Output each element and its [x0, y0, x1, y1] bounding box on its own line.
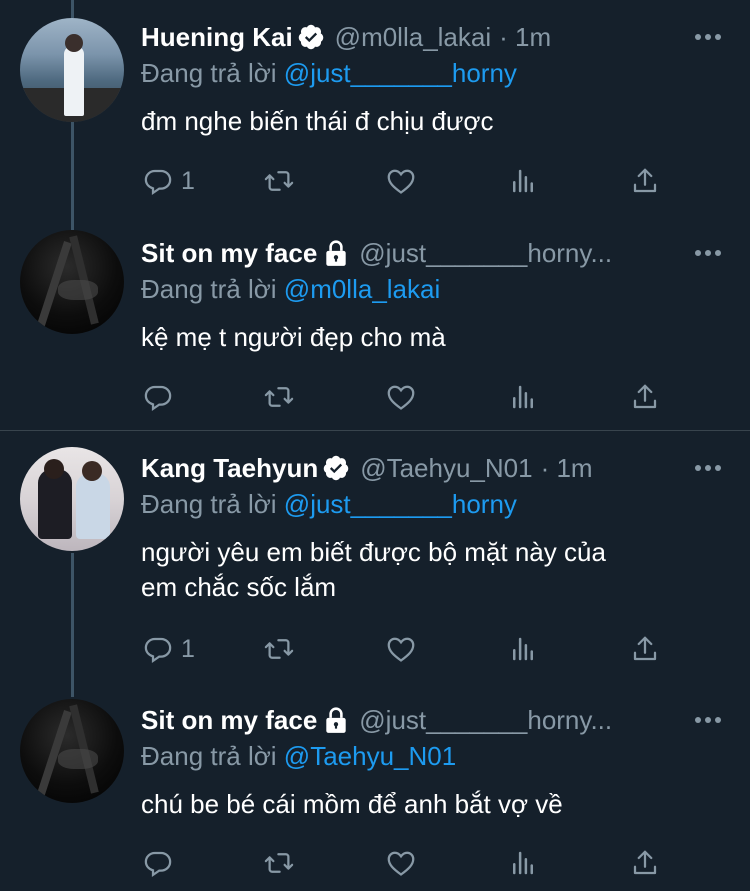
- reply-button[interactable]: 1: [143, 633, 195, 665]
- avatar[interactable]: [20, 230, 124, 334]
- like-button[interactable]: [386, 165, 416, 197]
- tweet-actions: [141, 381, 681, 413]
- reply-icon: [144, 169, 172, 196]
- like-button[interactable]: [386, 847, 416, 879]
- tweet[interactable]: Sit on my face @just_______horny... Đang…: [0, 216, 750, 430]
- share-icon: [633, 850, 657, 875]
- display-name[interactable]: Kang Taehyun: [141, 453, 318, 484]
- retweet-button[interactable]: [264, 381, 294, 413]
- avatar[interactable]: [20, 699, 124, 803]
- reply-icon: [144, 385, 172, 412]
- display-name[interactable]: Sit on my face: [141, 705, 317, 736]
- share-button[interactable]: [630, 165, 660, 197]
- tweet-text: người yêu em biết được bộ mặt này của em…: [141, 535, 606, 605]
- lock-icon: [326, 240, 346, 266]
- tweet-text-line: chú be bé cái mồm để anh bắt vợ về: [141, 789, 563, 819]
- replying-to-label: Đang trả lời: [141, 58, 277, 88]
- tweet-text: kệ mẹ t người đẹp cho mà: [141, 320, 446, 355]
- mention-link[interactable]: @just_______horny: [284, 58, 517, 88]
- verified-icon: [323, 455, 349, 481]
- heart-icon: [387, 851, 415, 876]
- timestamp[interactable]: · 1m: [541, 453, 593, 484]
- retweet-button[interactable]: [264, 165, 294, 197]
- like-button[interactable]: [386, 381, 416, 413]
- retweet-icon: [264, 853, 294, 873]
- analytics-icon: [513, 169, 533, 193]
- replying-to-label: Đang trả lời: [141, 274, 277, 304]
- tweet-text-line: người yêu em biết được bộ mặt này của: [141, 537, 606, 567]
- reply-icon: [144, 637, 172, 664]
- mention-link[interactable]: @Taehyu_N01: [284, 741, 456, 771]
- tweet-text-line: em chắc sốc lắm: [141, 572, 337, 602]
- tweet-header: Huening Kai @m0lla_lakai · 1m: [141, 19, 551, 55]
- verified-icon: [298, 24, 323, 50]
- tweet-header: Kang Taehyun @Taehyu_N01 · 1m: [141, 450, 593, 486]
- share-button[interactable]: [630, 847, 660, 879]
- retweet-icon: [264, 639, 294, 659]
- tweet[interactable]: Huening Kai @m0lla_lakai · 1m Đang trả l…: [0, 0, 750, 216]
- tweet[interactable]: Sit on my face @just_______horny... Đang…: [0, 685, 750, 891]
- reply-count: 1: [181, 634, 195, 663]
- replying-to: Đang trả lời @just_______horny: [141, 489, 517, 520]
- share-button[interactable]: [630, 381, 660, 413]
- replying-to-label: Đang trả lời: [141, 741, 277, 771]
- display-name[interactable]: Sit on my face: [141, 238, 317, 269]
- reply-button[interactable]: 1: [143, 165, 195, 197]
- retweet-button[interactable]: [264, 847, 294, 879]
- user-handle[interactable]: @just_______horny...: [359, 705, 612, 736]
- reply-button[interactable]: [143, 847, 181, 879]
- replying-to: Đang trả lời @just_______horny: [141, 58, 517, 89]
- retweet-icon: [264, 387, 294, 407]
- display-name[interactable]: Huening Kai: [141, 22, 293, 53]
- avatar[interactable]: [20, 18, 124, 122]
- reply-icon: [144, 851, 172, 878]
- lock-icon: [326, 707, 346, 733]
- timestamp[interactable]: · 1m: [499, 22, 551, 53]
- analytics-icon: [513, 385, 533, 409]
- heart-icon: [387, 637, 415, 662]
- more-icon[interactable]: [692, 462, 724, 474]
- heart-icon: [387, 385, 415, 410]
- tweet-header: Sit on my face @just_______horny...: [141, 702, 612, 738]
- user-handle[interactable]: @Taehyu_N01: [360, 453, 532, 484]
- heart-icon: [387, 169, 415, 194]
- more-icon[interactable]: [692, 247, 724, 259]
- retweet-button[interactable]: [264, 633, 294, 665]
- analytics-icon: [513, 851, 533, 875]
- analytics-button[interactable]: [508, 633, 538, 665]
- replying-to-label: Đang trả lời: [141, 489, 277, 519]
- retweet-icon: [264, 171, 294, 191]
- tweet-actions: [141, 847, 681, 879]
- analytics-button[interactable]: [508, 847, 538, 879]
- share-icon: [633, 636, 657, 661]
- tweet[interactable]: Kang Taehyun @Taehyu_N01 · 1m Đang trả l…: [0, 431, 750, 685]
- more-icon[interactable]: [692, 31, 724, 43]
- share-icon: [633, 384, 657, 409]
- mention-link[interactable]: @m0lla_lakai: [284, 274, 440, 304]
- replying-to: Đang trả lời @Taehyu_N01: [141, 741, 456, 772]
- tweet-text: chú be bé cái mồm để anh bắt vợ về: [141, 787, 563, 822]
- more-icon[interactable]: [692, 714, 724, 726]
- tweet-header: Sit on my face @just_______horny...: [141, 235, 612, 271]
- share-button[interactable]: [630, 633, 660, 665]
- tweet-text-line: đm nghe biến thái đ chịu được: [141, 106, 494, 136]
- mention-link[interactable]: @just_______horny: [284, 489, 517, 519]
- tweet-actions: 1: [141, 633, 681, 665]
- analytics-icon: [513, 637, 533, 661]
- user-handle[interactable]: @m0lla_lakai: [335, 22, 491, 53]
- tweet-actions: 1: [141, 165, 681, 197]
- like-button[interactable]: [386, 633, 416, 665]
- avatar[interactable]: [20, 447, 124, 551]
- tweet-text-line: kệ mẹ t người đẹp cho mà: [141, 322, 446, 352]
- analytics-button[interactable]: [508, 381, 538, 413]
- user-handle[interactable]: @just_______horny...: [359, 238, 612, 269]
- reply-count: 1: [181, 166, 195, 195]
- share-icon: [633, 168, 657, 193]
- replying-to: Đang trả lời @m0lla_lakai: [141, 274, 440, 305]
- tweet-text: đm nghe biến thái đ chịu được: [141, 104, 493, 139]
- reply-button[interactable]: [143, 381, 181, 413]
- analytics-button[interactable]: [508, 165, 538, 197]
